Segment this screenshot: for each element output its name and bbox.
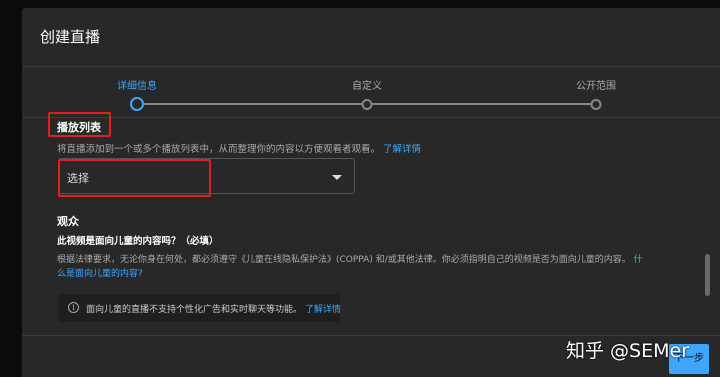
- playlist-heading: 播放列表: [57, 121, 101, 134]
- step-visibility-label[interactable]: 公开范围: [576, 77, 616, 92]
- playlist-description-text: 将直播添加到一个或多个播放列表中，从而整理你的内容以方便观看者观看。: [57, 144, 381, 155]
- stepper: 详细信息 自定义 公开范围: [22, 66, 720, 118]
- info-notice-message: 面向儿童的直播不支持个性化广告和实时聊天等功能。: [86, 305, 303, 315]
- audience-question: 此视频是面向儿童的内容吗？（必填）: [57, 236, 219, 247]
- audience-description-text: 根据法律要求，无论你身在何处，都必须遵守《儿童在线隐私保护法》(COPPA) 和…: [57, 255, 631, 265]
- info-learn-more-link[interactable]: 了解详情: [305, 305, 341, 315]
- audience-what-is-link-start[interactable]: 什: [634, 255, 643, 265]
- playlist-description: 将直播添加到一个或多个播放列表中，从而整理你的内容以方便观看者观看。 了解详情: [57, 141, 421, 155]
- step-details-label[interactable]: 详细信息: [117, 77, 157, 92]
- audience-description-line2: 么是面向儿童的内容?: [57, 266, 143, 279]
- info-notice: i 面向儿童的直播不支持个性化广告和实时聊天等功能。 了解详情: [58, 294, 341, 322]
- audience-heading: 观众: [57, 215, 79, 228]
- dialog-title: 创建直播: [40, 28, 101, 46]
- step-details-dot[interactable]: [130, 97, 144, 111]
- info-icon: i: [68, 302, 79, 313]
- step-customize-dot[interactable]: [361, 99, 373, 110]
- playlist-learn-more-link[interactable]: 了解详情: [383, 144, 421, 155]
- step-customize-label[interactable]: 自定义: [352, 77, 382, 92]
- step-visibility-dot[interactable]: [590, 99, 602, 110]
- audience-what-is-link[interactable]: 么是面向儿童的内容?: [57, 269, 143, 279]
- create-stream-dialog: 创建直播 详细信息 自定义 公开范围 播放列表 将直播添加到一个或多个播放列表中…: [22, 8, 720, 377]
- watermark: 知乎 @SEMer: [566, 340, 689, 362]
- playlist-select-highlight: [58, 159, 211, 197]
- audience-description: 根据法律要求，无论你身在何处，都必须遵守《儿童在线隐私保护法》(COPPA) 和…: [57, 252, 643, 265]
- chevron-down-icon: [332, 175, 342, 180]
- info-notice-text: 面向儿童的直播不支持个性化广告和实时聊天等功能。 了解详情: [86, 302, 341, 315]
- scrollbar-thumb[interactable]: [705, 254, 710, 296]
